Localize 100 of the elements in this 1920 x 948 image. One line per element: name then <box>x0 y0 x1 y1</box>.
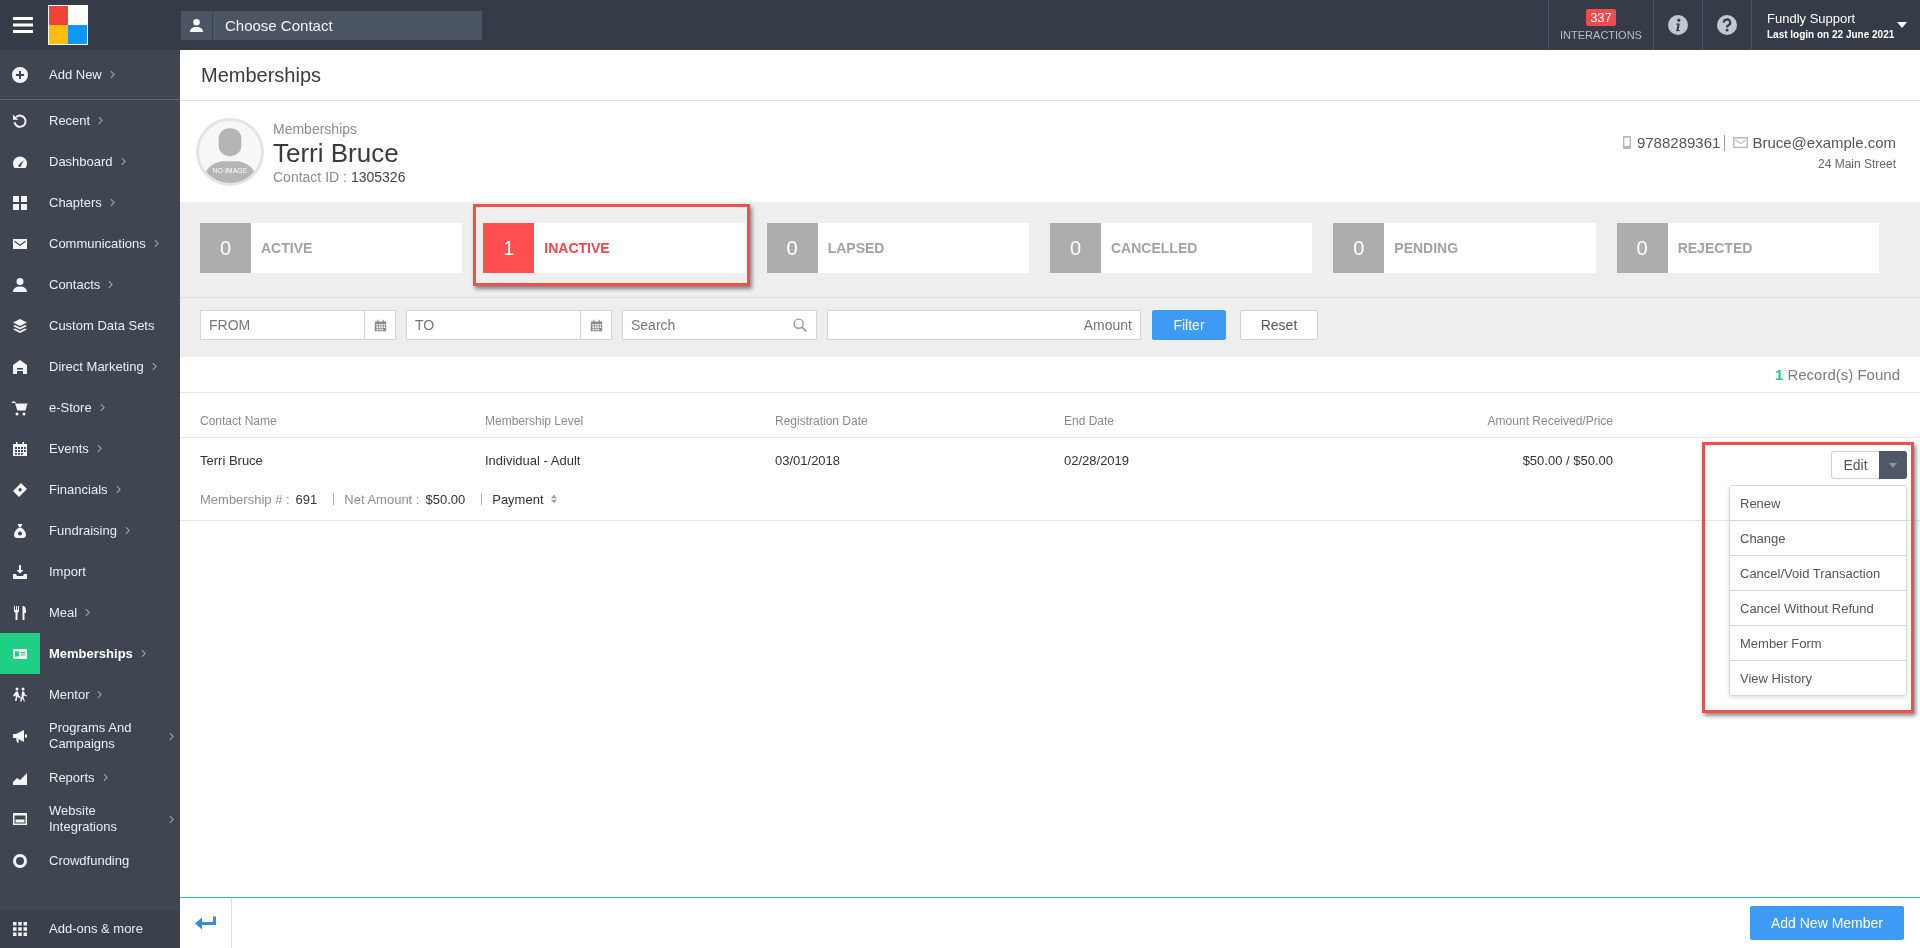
column-header: Membership Level <box>485 414 585 428</box>
interactions-count: 337 <box>1586 9 1616 26</box>
interactions-label: INTERACTIONS <box>1560 29 1642 41</box>
records-found-text: 1 Record(s) Found <box>1774 366 1900 383</box>
building-icon <box>12 358 28 375</box>
grid-icon <box>12 194 28 211</box>
sidebar-item[interactable]: Contacts <box>0 264 180 305</box>
layers-icon <box>12 317 28 334</box>
sidebar-item[interactable]: Meal <box>0 592 180 633</box>
sort-icon <box>550 494 557 504</box>
breadcrumb-text: Memberships <box>273 120 359 138</box>
edit-button[interactable]: Edit <box>1831 451 1879 479</box>
dropdown-toggle[interactable] <box>1879 451 1907 479</box>
contact-name: Terri Bruce <box>273 138 400 168</box>
menu-item[interactable]: View History <box>1730 661 1906 695</box>
payment-button[interactable]: Payment <box>492 491 557 507</box>
sidebar-item[interactable]: e-Store <box>0 387 180 428</box>
table-cell-text: $50.00 / $50.00 <box>1521 452 1613 468</box>
from-date-field[interactable]: FROM <box>200 310 364 340</box>
field-label: Net Amount : <box>344 491 420 507</box>
sidebar-item[interactable]: Crowdfunding <box>0 840 180 881</box>
menu-item[interactable]: Cancel Without Refund <box>1730 591 1906 626</box>
sidebar-item[interactable]: Programs And Campaigns <box>0 715 180 757</box>
field-label: Membership # : <box>200 491 290 507</box>
menu-item[interactable]: Cancel/Void Transaction <box>1730 556 1906 591</box>
search-icon <box>793 318 807 332</box>
sidebar-item[interactable]: Communications <box>0 223 180 264</box>
calendar-icon <box>12 440 28 457</box>
field-value: $50.00 <box>425 491 466 507</box>
sidebar-item[interactable]: Mentor <box>0 674 180 715</box>
search-field[interactable]: Search <box>622 310 817 340</box>
menu-item[interactable]: Member Form <box>1730 626 1906 661</box>
caret-down-icon <box>1897 22 1907 28</box>
status-count: 0 <box>766 223 818 273</box>
calendar-button[interactable] <box>580 310 612 340</box>
contact-id-value: 1305326 <box>350 168 406 186</box>
history-icon <box>12 112 28 129</box>
back-arrow-icon <box>194 915 217 931</box>
column-header: End Date <box>1064 414 1116 428</box>
banknote-icon <box>12 481 28 498</box>
running-figures-icon <box>12 686 28 703</box>
table-cell-text: 02/28/2019 <box>1064 452 1131 468</box>
column-header: Amount Received/Price <box>1486 414 1613 428</box>
table-cell-text: Individual - Adult <box>485 452 582 468</box>
sidebar-item[interactable]: Events <box>0 428 180 469</box>
contact-search-field[interactable]: Choose Contact <box>213 10 482 40</box>
browser-window-icon <box>12 811 28 827</box>
table-cell-text: 03/01/2018 <box>775 452 842 468</box>
envelope-icon <box>1733 137 1749 148</box>
phone-number: 9788289361 <box>1636 134 1721 151</box>
status-count: 1 <box>483 223 535 273</box>
contact-id-label: Contact ID : <box>273 168 347 186</box>
info-icon[interactable] <box>1668 15 1688 35</box>
sidebar-item[interactable]: Memberships <box>0 633 180 674</box>
page-title: Memberships <box>201 63 322 87</box>
cart-icon <box>12 399 28 416</box>
ring-icon <box>12 852 28 869</box>
download-icon <box>12 563 28 580</box>
menu-item[interactable]: Renew <box>1730 486 1906 521</box>
column-header: Contact Name <box>200 414 278 428</box>
sidebar-item[interactable]: Direct Marketing <box>0 346 180 387</box>
phone-icon <box>1622 136 1631 149</box>
caret-down-icon <box>1889 462 1897 468</box>
sidebar-item[interactable]: Import <box>0 551 180 592</box>
menu-item[interactable]: Change <box>1730 521 1906 556</box>
sidebar-item[interactable]: Fundraising <box>0 510 180 551</box>
help-icon[interactable] <box>1717 15 1737 35</box>
status-count: 0 <box>1616 223 1668 273</box>
reset-button[interactable]: Reset <box>1240 310 1318 340</box>
sidebar-item[interactable]: Recent <box>0 100 180 141</box>
calendar-button[interactable] <box>364 310 396 340</box>
calendar-icon <box>373 318 387 332</box>
sidebar-item[interactable]: Chapters <box>0 182 180 223</box>
email-address: Bruce@example.com <box>1752 134 1896 151</box>
sidebar-item[interactable]: Website Integrations <box>0 798 180 840</box>
status-count: 0 <box>200 223 251 273</box>
fork-knife-icon <box>12 604 28 621</box>
amount-field[interactable]: Amount <box>827 310 1141 340</box>
to-date-field[interactable]: TO <box>406 310 580 340</box>
user-name: Fundly Support <box>1767 10 1857 26</box>
sidebar-item[interactable]: Financials <box>0 469 180 510</box>
field-value: 691 <box>295 491 318 507</box>
status-count: 0 <box>1050 223 1101 273</box>
sidebar-item[interactable]: Add-ons & more <box>0 910 180 948</box>
sidebar-item[interactable]: Custom Data Sets <box>0 305 180 346</box>
status-tab[interactable]: 1 INACTIVE <box>483 223 746 273</box>
dots-grid-icon <box>12 921 28 937</box>
sidebar-item[interactable]: Dashboard <box>0 141 180 182</box>
calendar-icon <box>589 318 603 332</box>
money-bag-icon <box>12 522 28 539</box>
id-card-icon <box>0 633 40 674</box>
megaphone-icon <box>12 728 28 744</box>
last-login-text: Last login on 22 June 2021 <box>1767 28 1895 40</box>
column-header: Registration Date <box>775 414 869 428</box>
street-address: 24 Main Street <box>1817 157 1896 171</box>
menu-icon[interactable] <box>13 17 33 33</box>
person-icon <box>181 10 213 40</box>
status-count: 0 <box>1333 223 1385 273</box>
sidebar-item[interactable]: Reports <box>0 757 180 798</box>
logo-icon[interactable] <box>48 5 88 45</box>
